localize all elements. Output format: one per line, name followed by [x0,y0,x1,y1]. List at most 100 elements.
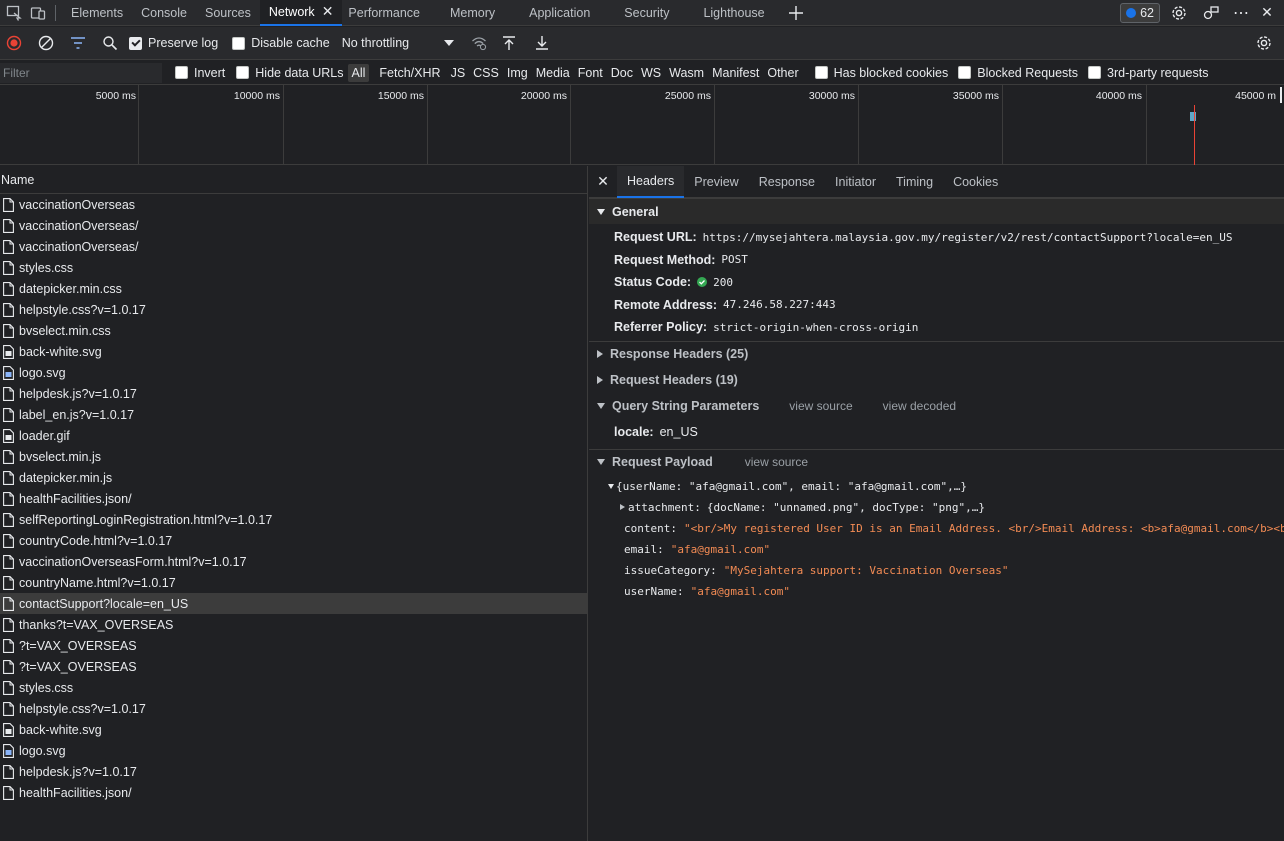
query-string-section-header[interactable]: Query String Parameters view source view… [589,393,1284,419]
request-payload-section-header[interactable]: Request Payload view source [589,448,1284,475]
request-row[interactable]: back-white.svg [0,719,587,740]
tab-performance[interactable]: Performance [342,0,432,26]
tab-lighthouse[interactable]: Lighthouse [695,0,784,26]
request-row[interactable]: styles.css [0,257,587,278]
settings-gear-icon[interactable] [1168,2,1190,24]
hide-data-urls-checkbox[interactable]: Hide data URLs [236,66,344,80]
disable-cache-checkbox[interactable]: Disable cache [232,36,330,50]
record-stop-icon[interactable] [3,32,25,54]
request-row[interactable]: selfReportingLoginRegistration.html?v=1.… [0,509,587,530]
checkbox-box[interactable] [232,36,246,50]
add-tab-icon[interactable] [785,2,807,24]
customize-icon[interactable] [1200,2,1222,24]
request-row[interactable]: styles.css [0,677,587,698]
request-row[interactable]: helpstyle.css?v=1.0.17 [0,698,587,719]
more-options-icon[interactable]: ⋯ [1230,2,1252,24]
export-har-icon[interactable] [531,32,553,54]
response-headers-section-header[interactable]: Response Headers (25) [589,340,1284,367]
filter-type-fetch-xhr[interactable]: Fetch/XHR [375,64,444,82]
request-row[interactable]: vaccinationOverseas [0,194,587,215]
checkbox-box[interactable] [175,66,188,79]
filter-type-other[interactable]: Other [763,64,802,82]
inspect-element-icon[interactable] [3,2,25,24]
tab-application[interactable]: Application [517,0,610,26]
close-tab-icon[interactable]: ✕ [322,3,334,20]
has-blocked-cookies-checkbox[interactable]: Has blocked cookies [814,66,948,80]
import-har-icon[interactable] [498,32,520,54]
checkbox-box[interactable] [1088,66,1102,79]
tab-security[interactable]: Security [610,0,695,26]
request-row[interactable]: thanks?t=VAX_OVERSEAS [0,614,587,635]
view-decoded-link[interactable]: view decoded [883,399,956,413]
tab-timing[interactable]: Timing [886,166,943,198]
checkbox-box[interactable] [129,36,142,50]
network-overview-timeline[interactable]: 5000 ms 10000 ms 15000 ms 20000 ms 25000… [0,85,1284,165]
close-details-icon[interactable]: ✕ [589,173,617,190]
request-row[interactable]: vaccinationOverseas/ [0,236,587,257]
request-row[interactable]: ?t=VAX_OVERSEAS [0,656,587,677]
request-row[interactable]: datepicker.min.css [0,278,587,299]
request-row[interactable]: helpstyle.css?v=1.0.17 [0,299,587,320]
clear-icon[interactable] [35,32,57,54]
filter-type-manifest[interactable]: Manifest [708,64,763,82]
filter-input[interactable] [0,63,162,83]
view-source-link[interactable]: view source [789,399,852,413]
throttling-select[interactable]: No throttling [342,36,454,50]
payload-root-node[interactable]: {userName: "afa@gmail.com", email: "afa@… [589,476,1284,497]
request-row[interactable]: logo.svg [0,362,587,383]
request-row[interactable]: label_en.js?v=1.0.17 [0,404,587,425]
filter-type-media[interactable]: Media [532,64,574,82]
invert-checkbox[interactable]: Invert [175,66,225,80]
filter-type-js[interactable]: JS [447,64,470,82]
payload-attachment-node[interactable]: attachment: {docName: "unnamed.png", doc… [589,497,1284,518]
filter-type-font[interactable]: Font [574,64,607,82]
request-headers-section-header[interactable]: Request Headers (19) [589,367,1284,393]
preserve-log-checkbox[interactable]: Preserve log [129,36,218,50]
request-row[interactable]: countryName.html?v=1.0.17 [0,572,587,593]
network-settings-gear-icon[interactable] [1253,32,1275,54]
blocked-requests-checkbox[interactable]: Blocked Requests [958,66,1078,80]
tab-sources[interactable]: Sources [196,0,260,26]
filter-type-ws[interactable]: WS [637,64,665,82]
network-conditions-icon[interactable] [468,32,490,54]
request-row[interactable]: bvselect.min.js [0,446,587,467]
tab-elements[interactable]: Elements [62,0,132,26]
overview-resize-handle[interactable] [1280,87,1282,103]
checkbox-box[interactable] [958,66,972,79]
request-row[interactable]: countryCode.html?v=1.0.17 [0,530,587,551]
device-toolbar-icon[interactable] [27,2,49,24]
request-row[interactable]: helpdesk.js?v=1.0.17 [0,383,587,404]
request-row[interactable]: healthFacilities.json/ [0,488,587,509]
tab-response[interactable]: Response [749,166,825,198]
tab-cookies[interactable]: Cookies [943,166,1008,198]
close-devtools-icon[interactable]: ✕ [1256,2,1278,24]
tab-network[interactable]: Network ✕ [259,0,343,26]
request-row[interactable]: vaccinationOverseas/ [0,215,587,236]
filter-type-doc[interactable]: Doc [607,64,637,82]
filter-type-all[interactable]: All [347,63,370,82]
request-row[interactable]: helpdesk.js?v=1.0.17 [0,761,587,782]
filter-type-css[interactable]: CSS [469,64,503,82]
filter-type-img[interactable]: Img [503,64,532,82]
request-row[interactable]: datepicker.min.js [0,467,587,488]
tab-preview[interactable]: Preview [684,166,748,198]
request-row[interactable]: vaccinationOverseasForm.html?v=1.0.17 [0,551,587,572]
request-row[interactable]: healthFacilities.json/ [0,782,587,803]
tab-headers[interactable]: Headers [617,165,685,198]
request-row[interactable]: loader.gif [0,425,587,446]
tab-console[interactable]: Console [132,0,196,26]
filter-type-wasm[interactable]: Wasm [665,64,708,82]
search-icon[interactable] [99,32,121,54]
filter-icon[interactable] [67,32,89,54]
third-party-requests-checkbox[interactable]: 3rd-party requests [1088,66,1208,80]
tab-initiator[interactable]: Initiator [825,166,886,198]
issues-badge[interactable]: 62 [1120,2,1160,23]
request-row[interactable]: logo.svg [0,740,587,761]
checkbox-box[interactable] [236,66,250,79]
general-section-header[interactable]: General [589,198,1284,224]
request-row[interactable]: bvselect.min.css [0,320,587,341]
checkbox-box[interactable] [814,66,828,79]
view-source-link[interactable]: view source [745,455,808,469]
name-column-header[interactable]: Name [0,166,587,194]
request-row[interactable]: back-white.svg [0,341,587,362]
